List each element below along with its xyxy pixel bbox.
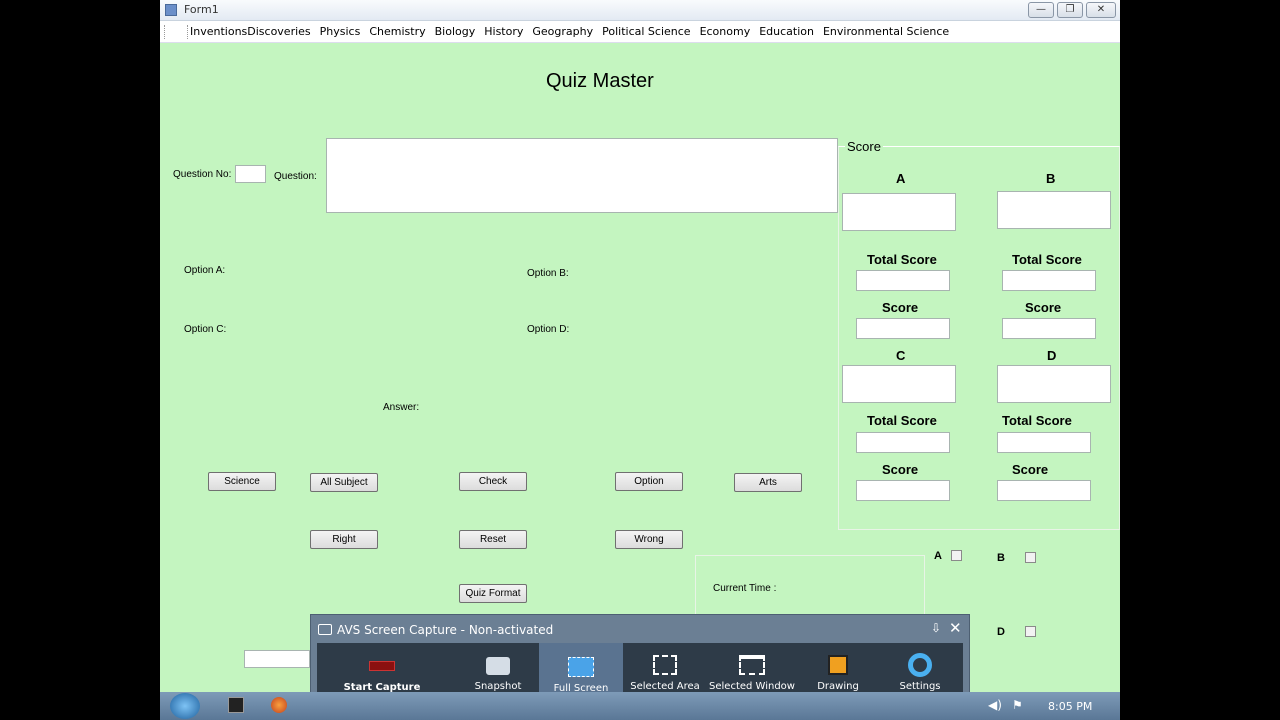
answer-label: Answer:	[383, 402, 420, 413]
menu-bar: InventionsDiscoveries Physics Chemistry Bio…	[160, 21, 1120, 43]
page-title: Quiz Master	[546, 70, 654, 92]
menu-item-physics[interactable]: Physics	[320, 25, 361, 38]
taskbar-clock[interactable]: 8:05 PM	[1048, 700, 1092, 713]
team-a-score-field[interactable]	[856, 318, 950, 339]
menu-item-political-science[interactable]: Political Science	[602, 25, 690, 38]
menu-item-geography[interactable]: Geography	[532, 25, 593, 38]
close-button[interactable]: ✕	[1086, 2, 1116, 18]
selected-window-label: Selected Window	[709, 681, 795, 692]
option-a-label: Option A:	[184, 265, 226, 276]
question-label: Question:	[274, 171, 317, 182]
check-b-label: B	[997, 552, 1005, 564]
flag-icon[interactable]: ⚑	[1012, 698, 1023, 712]
team-d-score-label: Score	[1012, 462, 1049, 477]
menu-item-chemistry[interactable]: Chemistry	[369, 25, 425, 38]
menu-item-history[interactable]: History	[484, 25, 523, 38]
gear-icon	[908, 653, 932, 677]
right-button[interactable]: Right	[310, 530, 378, 549]
start-button[interactable]	[170, 693, 200, 719]
arts-button[interactable]: Arts	[734, 473, 802, 492]
current-time-label: Current Time :	[713, 583, 777, 594]
avs-title: AVS Screen Capture - Non-activated	[337, 623, 554, 637]
team-a-field[interactable]	[842, 193, 956, 231]
camera-icon	[486, 657, 510, 675]
selected-area-icon	[653, 655, 677, 675]
option-d-label: Option D:	[527, 324, 570, 335]
check-d-box[interactable]	[1025, 626, 1036, 637]
firefox-icon[interactable]	[271, 697, 287, 713]
team-d-total-score-field[interactable]	[997, 432, 1091, 453]
check-button[interactable]: Check	[459, 472, 527, 491]
team-c-field[interactable]	[842, 365, 956, 403]
wrong-button[interactable]: Wrong	[615, 530, 683, 549]
option-c-label: Option C:	[184, 324, 227, 335]
check-d-label: D	[997, 626, 1005, 638]
check-a-box[interactable]	[951, 550, 962, 561]
option-button[interactable]: Option	[615, 472, 683, 491]
pin-icon[interactable]: ⇩	[931, 621, 941, 635]
option-b-label: Option B:	[527, 268, 569, 279]
maximize-button[interactable]: ❐	[1057, 2, 1083, 18]
selected-area-label: Selected Area	[630, 681, 700, 692]
team-c-total-score-field[interactable]	[856, 432, 950, 453]
all-subject-button[interactable]: All Subject	[310, 473, 378, 492]
team-b-field[interactable]	[997, 191, 1111, 229]
taskbar-app-icon[interactable]	[228, 697, 244, 713]
menu-item-education[interactable]: Education	[759, 25, 814, 38]
menu-item-economy[interactable]: Economy	[700, 25, 751, 38]
question-no-label: Question No:	[173, 169, 232, 180]
science-button[interactable]: Science	[208, 472, 276, 491]
quiz-format-button[interactable]: Quiz Format	[459, 584, 527, 603]
team-b-label: B	[1046, 171, 1056, 186]
team-b-total-score-label: Total Score	[1012, 252, 1082, 267]
team-d-total-score-label: Total Score	[1002, 413, 1072, 428]
team-b-score-label: Score	[1025, 300, 1062, 315]
team-c-score-field[interactable]	[856, 480, 950, 501]
menu-items: InventionsDiscoveries Physics Chemistry Bio…	[190, 25, 958, 38]
check-b-box[interactable]	[1025, 552, 1036, 563]
question-text-field[interactable]	[326, 138, 838, 213]
snapshot-label: Snapshot	[474, 681, 522, 692]
team-c-total-score-label: Total Score	[867, 413, 937, 428]
team-c-score-label: Score	[882, 462, 919, 477]
settings-label: Settings	[899, 681, 941, 692]
team-d-field[interactable]	[997, 365, 1111, 403]
title-bar: Form1 — ❐ ✕	[160, 0, 1120, 21]
team-a-total-score-label: Total Score	[867, 252, 937, 267]
team-c-label: C	[896, 348, 906, 363]
team-d-label: D	[1047, 348, 1057, 363]
check-a-label: A	[934, 550, 942, 562]
quiz-form-window: Form1 — ❐ ✕ InventionsDiscoveries Physics…	[160, 0, 1120, 720]
app-icon	[165, 4, 177, 16]
taskbar: ⚑ ◀) 8:05 PM	[160, 692, 1120, 720]
window-title: Form1	[184, 3, 219, 16]
team-a-score-label: Score	[882, 300, 919, 315]
team-b-total-score-field[interactable]	[1002, 270, 1096, 291]
reset-button[interactable]: Reset	[459, 530, 527, 549]
question-no-field[interactable]	[235, 165, 266, 183]
menu-item-inventions[interactable]: InventionsDiscoveries	[190, 25, 311, 38]
drawing-icon	[828, 655, 848, 675]
full-screen-icon	[568, 657, 594, 677]
team-d-score-field[interactable]	[997, 480, 1091, 501]
team-a-label: A	[896, 171, 906, 186]
speaker-icon[interactable]: ◀)	[988, 698, 1002, 712]
record-icon	[369, 661, 395, 671]
bottom-field[interactable]	[244, 650, 310, 668]
menu-grip	[164, 25, 188, 39]
score-panel-title: Score	[845, 139, 883, 154]
avs-app-icon	[318, 624, 332, 635]
avs-close-icon[interactable]: ✕	[949, 619, 962, 637]
menu-item-environmental-science[interactable]: Environmental Science	[823, 25, 949, 38]
team-b-score-field[interactable]	[1002, 318, 1096, 339]
minimize-button[interactable]: —	[1028, 2, 1054, 18]
team-a-total-score-field[interactable]	[856, 270, 950, 291]
drawing-label: Drawing	[817, 681, 859, 692]
menu-item-biology[interactable]: Biology	[435, 25, 476, 38]
selected-window-icon	[739, 655, 765, 675]
